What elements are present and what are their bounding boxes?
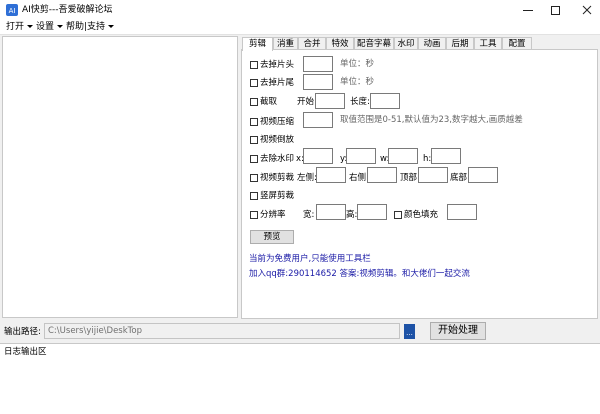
remove-watermark-checkbox[interactable]: [250, 155, 258, 163]
free-user-notice: 当前为免费用户,只能使用工具栏: [249, 254, 371, 264]
menu-help-label: 帮助|支持: [66, 22, 106, 32]
tab-label: 剪辑: [248, 39, 266, 49]
svg-text:AI: AI: [9, 7, 16, 15]
tab-label: 后期: [451, 39, 469, 49]
resolution-checkbox[interactable]: [250, 211, 258, 219]
title-bar: AI AI快剪---吾爱破解论坛: [0, 0, 600, 20]
preview-button-label: 预览: [263, 232, 281, 242]
qq-group-notice: 加入qq群:290114652 答案:视频剪辑。和大佬们一起交流: [249, 269, 470, 279]
crop-left-label: 左侧:: [297, 173, 317, 183]
crop-bottom-input[interactable]: [468, 167, 498, 183]
resolution-height-input[interactable]: [357, 204, 387, 220]
reverse-checkbox[interactable]: [250, 136, 258, 144]
trim-tail-label: 去掉片尾: [260, 78, 295, 88]
crop-right-input[interactable]: [367, 167, 397, 183]
watermark-x-input[interactable]: [303, 148, 333, 164]
fill-color-checkbox[interactable]: [394, 211, 402, 219]
log-output-area[interactable]: 日志输出区: [0, 343, 600, 414]
menu-open[interactable]: 打开: [6, 21, 34, 33]
crop-label: 视频剪裁: [260, 173, 295, 183]
fill-color-input[interactable]: [447, 204, 477, 220]
remove-watermark-label: 去除水印: [260, 154, 295, 164]
compress-hint: 取值范围是0-51,默认值为23,数字越大,画质越差: [340, 115, 523, 125]
cut-start-label: 开始:: [297, 97, 317, 107]
reverse-label: 视频倒放: [260, 135, 295, 145]
cut-start-input[interactable]: [315, 93, 345, 109]
watermark-w-input[interactable]: [388, 148, 418, 164]
log-output-label: 日志输出区: [4, 347, 47, 357]
crop-top-label: 顶部:: [400, 173, 420, 183]
compress-input[interactable]: [303, 112, 333, 128]
maximize-icon: [550, 5, 560, 15]
trim-head-unit: 单位：秒: [340, 59, 375, 69]
crop-top-input[interactable]: [418, 167, 448, 183]
crop-left-input[interactable]: [316, 167, 346, 183]
output-path-label: 输出路径:: [4, 327, 41, 337]
watermark-y-input[interactable]: [346, 148, 376, 164]
tab-label: 消重: [276, 39, 294, 49]
cut-length-input[interactable]: [370, 93, 400, 109]
menu-help[interactable]: 帮助|支持: [66, 21, 115, 33]
close-icon: [582, 5, 592, 15]
chevron-down-icon: [108, 25, 115, 28]
menu-bar: 打开 设置 帮助|支持: [0, 20, 600, 35]
menu-settings-label: 设置: [36, 22, 55, 32]
menu-open-label: 打开: [6, 22, 25, 32]
cut-label: 截取: [260, 97, 278, 107]
tab-label: 配置: [508, 39, 526, 49]
vertical-crop-label: 竖屏剪裁: [260, 191, 295, 201]
watermark-h-input[interactable]: [431, 148, 461, 164]
maximize-button[interactable]: [536, 0, 574, 20]
tab-label: 特效: [331, 39, 349, 49]
trim-head-checkbox[interactable]: [250, 61, 258, 69]
compress-checkbox[interactable]: [250, 118, 258, 126]
close-button[interactable]: [574, 0, 600, 20]
trim-head-label: 去掉片头: [260, 60, 295, 70]
crop-right-label: 右侧:: [349, 173, 369, 183]
trim-head-input[interactable]: [303, 56, 333, 72]
browse-button[interactable]: ...: [404, 324, 415, 339]
minimize-icon: [523, 9, 533, 11]
start-processing-button[interactable]: 开始处理: [430, 322, 486, 340]
vertical-crop-checkbox[interactable]: [250, 192, 258, 200]
resolution-width-label: 宽:: [303, 210, 315, 220]
cut-length-label: 长度:: [350, 97, 370, 107]
chevron-down-icon: [27, 25, 34, 28]
file-list-panel[interactable]: [2, 36, 238, 318]
output-path-input[interactable]: C:\Users\yijie\DeskTop: [44, 323, 400, 339]
tab-label: 合并: [303, 39, 321, 49]
crop-bottom-label: 底部:: [450, 173, 470, 183]
menu-settings[interactable]: 设置: [36, 21, 64, 33]
trim-tail-input[interactable]: [303, 74, 333, 90]
tab-label: 水印: [397, 39, 415, 49]
preview-button[interactable]: 预览: [250, 230, 294, 244]
resolution-height-label: 高:: [346, 210, 358, 220]
crop-checkbox[interactable]: [250, 174, 258, 182]
start-processing-label: 开始处理: [438, 325, 478, 336]
ai-app-icon: AI: [6, 4, 18, 16]
trim-tail-unit: 单位：秒: [340, 77, 375, 87]
compress-label: 视频压缩: [260, 117, 295, 127]
tab-label: 配音字幕: [356, 39, 391, 49]
tab-edit[interactable]: 剪辑: [242, 37, 273, 51]
resolution-label: 分辨率: [260, 210, 286, 220]
fill-color-label: 颜色填充: [404, 210, 439, 220]
tab-label: 工具: [479, 39, 497, 49]
tab-label: 动画: [423, 39, 441, 49]
cut-checkbox[interactable]: [250, 98, 258, 106]
trim-tail-checkbox[interactable]: [250, 79, 258, 87]
chevron-down-icon: [57, 25, 64, 28]
window-title: AI快剪---吾爱破解论坛: [22, 5, 113, 15]
resolution-width-input[interactable]: [316, 204, 346, 220]
